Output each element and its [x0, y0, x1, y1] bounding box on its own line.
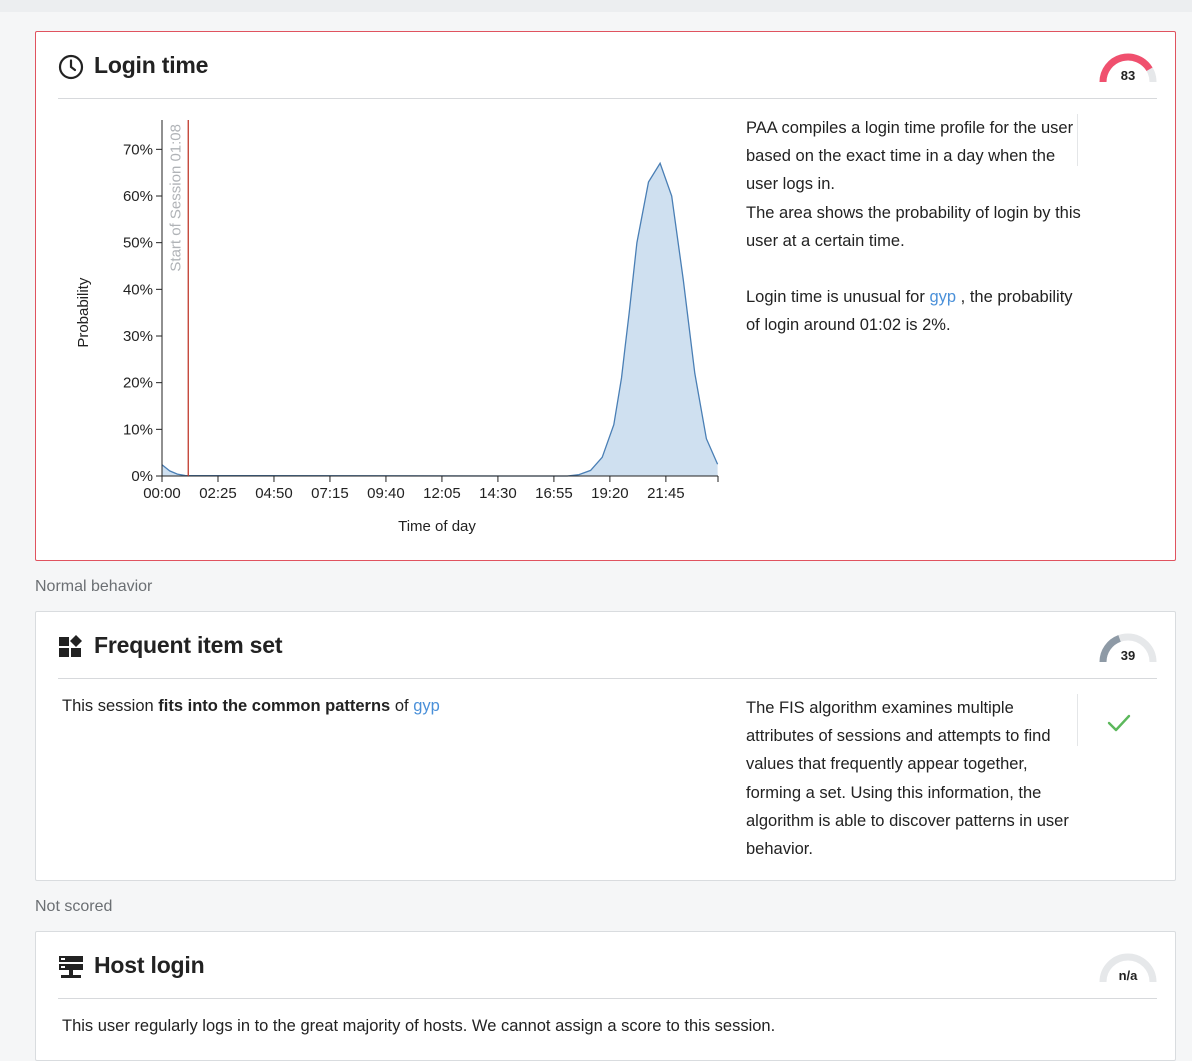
frequent-item-set-card: Frequent item set 39 This session fits i…	[35, 611, 1176, 881]
user-link[interactable]: gyp	[413, 697, 440, 715]
score-gauge: 39	[1099, 630, 1157, 664]
desc-finding-prefix: Login time is unusual for	[746, 288, 925, 307]
desc-finding: Login time is unusual for gyp , the prob…	[746, 283, 1081, 339]
x-axis-label: Time of day	[398, 518, 476, 535]
top-strip	[0, 0, 1192, 12]
host-login-body: This user regularly logs in to the great…	[62, 1017, 776, 1035]
y-tick-label: 60%	[123, 188, 153, 205]
clock-icon	[58, 54, 84, 80]
x-tick-label: 09:40	[367, 485, 405, 502]
fis-description: The FIS algorithm examines multiple attr…	[746, 699, 1069, 859]
x-tick-label: 04:50	[255, 485, 293, 502]
x-tick-label: 19:20	[591, 485, 629, 502]
card-header: Host login n/a	[58, 932, 1157, 999]
fis-body: This session fits into the common patter…	[62, 697, 440, 716]
y-tick-label: 10%	[123, 421, 153, 438]
user-link[interactable]: gyp	[929, 288, 956, 306]
y-tick-label: 40%	[123, 281, 153, 298]
probability-area	[162, 163, 718, 477]
x-tick-label: 21:45	[647, 485, 685, 502]
x-tick-label: 16:55	[535, 485, 573, 502]
section-label-normal: Normal behavior	[35, 578, 153, 595]
login-time-chart: 0% 10% 20% 30% 40% 50% 60% 70% 00:00 02:25 04:50 07…	[75, 120, 719, 535]
desc-paragraph: The area shows the probability of login …	[746, 203, 1081, 250]
y-tick-label: 30%	[123, 328, 153, 345]
check-icon	[1107, 714, 1131, 732]
section-label-not-scored: Not scored	[35, 898, 113, 915]
score-gauge: n/a	[1099, 950, 1157, 984]
card-header: Frequent item set 39	[58, 612, 1157, 679]
card-title: Frequent item set	[94, 632, 283, 658]
score-gauge: 83	[1099, 50, 1157, 84]
y-tick-label: 70%	[123, 141, 153, 158]
score-value: n/a	[1118, 968, 1138, 983]
login-time-description: PAA compiles a login time profile for th…	[746, 114, 1081, 339]
host-login-card: Host login n/a This user regularly logs …	[35, 931, 1176, 1061]
vertical-divider	[1077, 114, 1078, 166]
y-axis-label: Probability	[75, 277, 92, 348]
server-icon	[59, 956, 83, 978]
vertical-divider	[1077, 694, 1078, 746]
card-title: Login time	[94, 52, 209, 78]
x-tick-label: 00:00	[143, 485, 181, 502]
x-tick-label: 14:30	[479, 485, 517, 502]
item-set-icon	[59, 635, 82, 657]
x-tick-label: 12:05	[423, 485, 461, 502]
card-header: Login time 83	[58, 32, 1157, 99]
desc-paragraph: PAA compiles a login time profile for th…	[746, 119, 1074, 194]
fis-body-prefix: This session	[62, 697, 154, 715]
fis-body-emphasis: fits into the common patterns	[158, 697, 391, 715]
x-tick-label: 02:25	[199, 485, 237, 502]
login-time-card: Login time 83 0% 10% 20% 30% 40% 50% 60% 70% 00:…	[35, 31, 1176, 561]
score-value: 39	[1120, 648, 1136, 663]
session-start-label: Start of Session 01:08	[167, 124, 184, 272]
x-tick-label: 07:15	[311, 485, 349, 502]
y-tick-label: 0%	[131, 468, 153, 485]
y-tick-label: 20%	[123, 375, 153, 392]
y-tick-label: 50%	[123, 235, 153, 252]
fis-body-mid: of	[394, 697, 409, 715]
card-title: Host login	[94, 952, 205, 978]
score-value: 83	[1120, 68, 1136, 83]
